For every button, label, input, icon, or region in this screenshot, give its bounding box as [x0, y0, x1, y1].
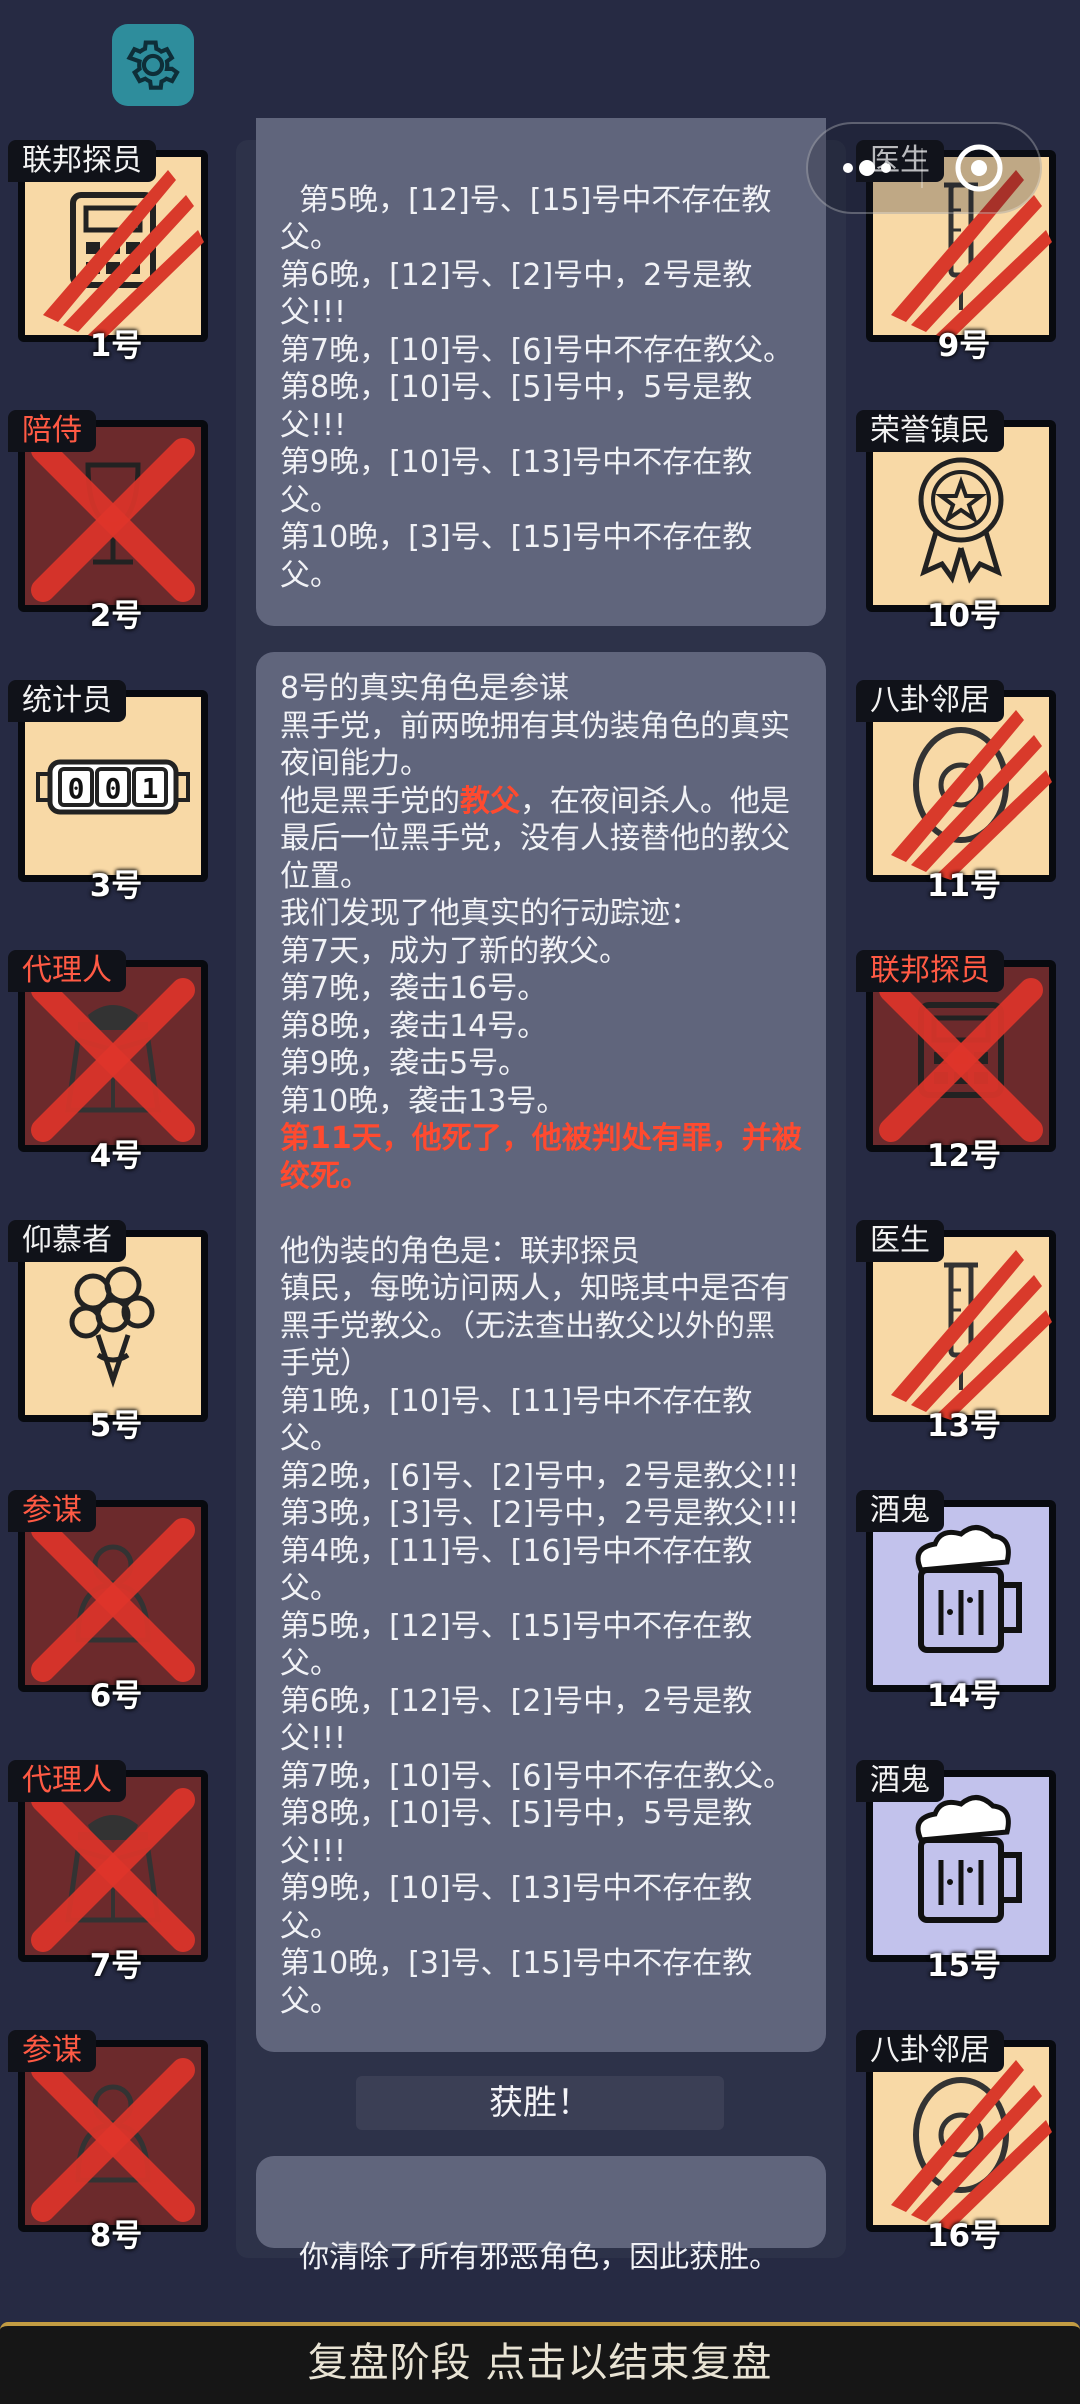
- player-number: 10号: [926, 598, 1002, 634]
- player-card-12号[interactable]: 联邦探员 12号: [856, 950, 1072, 1174]
- role-label: 仰慕者: [8, 1220, 126, 1262]
- gear-icon: [126, 40, 180, 90]
- player-card-8号[interactable]: 参谋 8号: [8, 2030, 224, 2254]
- player-number: 6号: [89, 1678, 143, 1714]
- player-card-6号[interactable]: 参谋 6号: [8, 1490, 224, 1714]
- player-card-7号[interactable]: 代理人 7号: [8, 1760, 224, 1984]
- player-number: 5号: [89, 1408, 143, 1444]
- player-card-4号[interactable]: 代理人 4号: [8, 950, 224, 1174]
- dead-cross-icon: [31, 2058, 195, 2222]
- counter-digit: 0: [68, 772, 85, 805]
- end-review-button[interactable]: 复盘阶段 点击以结束复盘: [0, 2322, 1080, 2404]
- player-card-14号[interactable]: 酒鬼 14号: [856, 1490, 1072, 1714]
- log-entry-player-8: 8号的真实角色是参谋 黑手党，前两晚拥有其伪装角色的真实夜间能力。 他是黑手党的…: [256, 652, 826, 2052]
- counter-digit: 0: [105, 772, 122, 805]
- role-label: 参谋: [8, 1490, 96, 1532]
- player-card-13号[interactable]: 医生 13号: [856, 1220, 1072, 1444]
- more-icon[interactable]: [843, 160, 891, 176]
- dead-cross-icon: [31, 1518, 195, 1682]
- role-label: 参谋: [8, 2030, 96, 2072]
- player-number: 14号: [926, 1678, 1002, 1714]
- player-card-10号[interactable]: 荣誉镇民 10号: [856, 410, 1072, 634]
- dead-cross-icon: [31, 438, 195, 602]
- log-intro-after-text: ，在夜间杀人。他是最后一位黑手党，没有人接替他的教父位置。 我们发现了他真实的行…: [280, 783, 790, 1119]
- godfather-highlight: 教父: [460, 783, 520, 819]
- player-card-2号[interactable]: 陪侍 2号: [8, 410, 224, 634]
- role-label: 酒鬼: [856, 1490, 944, 1532]
- role-label: 陪侍: [8, 410, 96, 452]
- role-label: 医生: [856, 1220, 944, 1262]
- player-card-1号[interactable]: 联邦探员 1号: [8, 140, 224, 364]
- role-label: 代理人: [8, 1760, 126, 1802]
- counter-digit: 1: [142, 772, 159, 805]
- log-disguise-text: 他伪装的角色是：联邦探员 镇民，每晚访问两人，知晓其中是否有黑手党教父。（无法查…: [280, 1233, 800, 2019]
- player-number: 8号: [89, 2218, 143, 2254]
- role-label: 八卦邻居: [856, 2030, 1004, 2072]
- player-number: 1号: [89, 328, 143, 364]
- death-highlight: 第11天，他死了，他被判处有罪，并被绞死。: [280, 1121, 802, 1194]
- player-number: 2号: [89, 598, 143, 634]
- role-label: 酒鬼: [856, 1760, 944, 1802]
- log-previous-text: 第5晚，[12]号、[15]号中不存在教父。 第6晚，[12]号、[2]号中，2…: [280, 182, 794, 593]
- player-card-16号[interactable]: 八卦邻居 16号: [856, 2030, 1072, 2254]
- role-label: 统计员: [8, 680, 126, 722]
- role-label: 联邦探员: [856, 950, 1004, 992]
- player-number: 11号: [926, 868, 1002, 904]
- player-number: 3号: [89, 868, 143, 904]
- player-card-11号[interactable]: 八卦邻居 11号: [856, 680, 1072, 904]
- log-entry-previous: 第5晚，[12]号、[15]号中不存在教父。 第6晚，[12]号、[2]号中，2…: [256, 118, 826, 626]
- player-number: 4号: [89, 1138, 143, 1174]
- role-label: 八卦邻居: [856, 680, 1004, 722]
- player-number: 12号: [926, 1138, 1002, 1174]
- player-number: 16号: [926, 2218, 1002, 2254]
- player-number: 13号: [926, 1408, 1002, 1444]
- victory-message-box: 你清除了所有邪恶角色，因此获胜。: [256, 2156, 826, 2275]
- player-card-15号[interactable]: 酒鬼 15号: [856, 1760, 1072, 1984]
- player-card-5号[interactable]: 仰慕者 5号: [8, 1220, 224, 1444]
- victory-title: 获胜！: [356, 2076, 724, 2130]
- player-number: 7号: [89, 1948, 143, 1984]
- close-target-icon[interactable]: [953, 142, 1005, 194]
- settings-button[interactable]: [112, 24, 194, 106]
- player-number: 9号: [937, 328, 991, 364]
- role-label: 荣誉镇民: [856, 410, 1004, 452]
- player-number: 15号: [926, 1948, 1002, 1984]
- role-label: 联邦探员: [8, 140, 156, 182]
- victory-message: 你清除了所有邪恶角色，因此获胜。: [299, 2240, 780, 2275]
- player-card-3号[interactable]: 0 0 1 统计员 3号: [8, 680, 224, 904]
- miniprogram-capsule: [806, 122, 1042, 214]
- dead-cross-icon: [879, 978, 1043, 1142]
- role-label: 代理人: [8, 950, 126, 992]
